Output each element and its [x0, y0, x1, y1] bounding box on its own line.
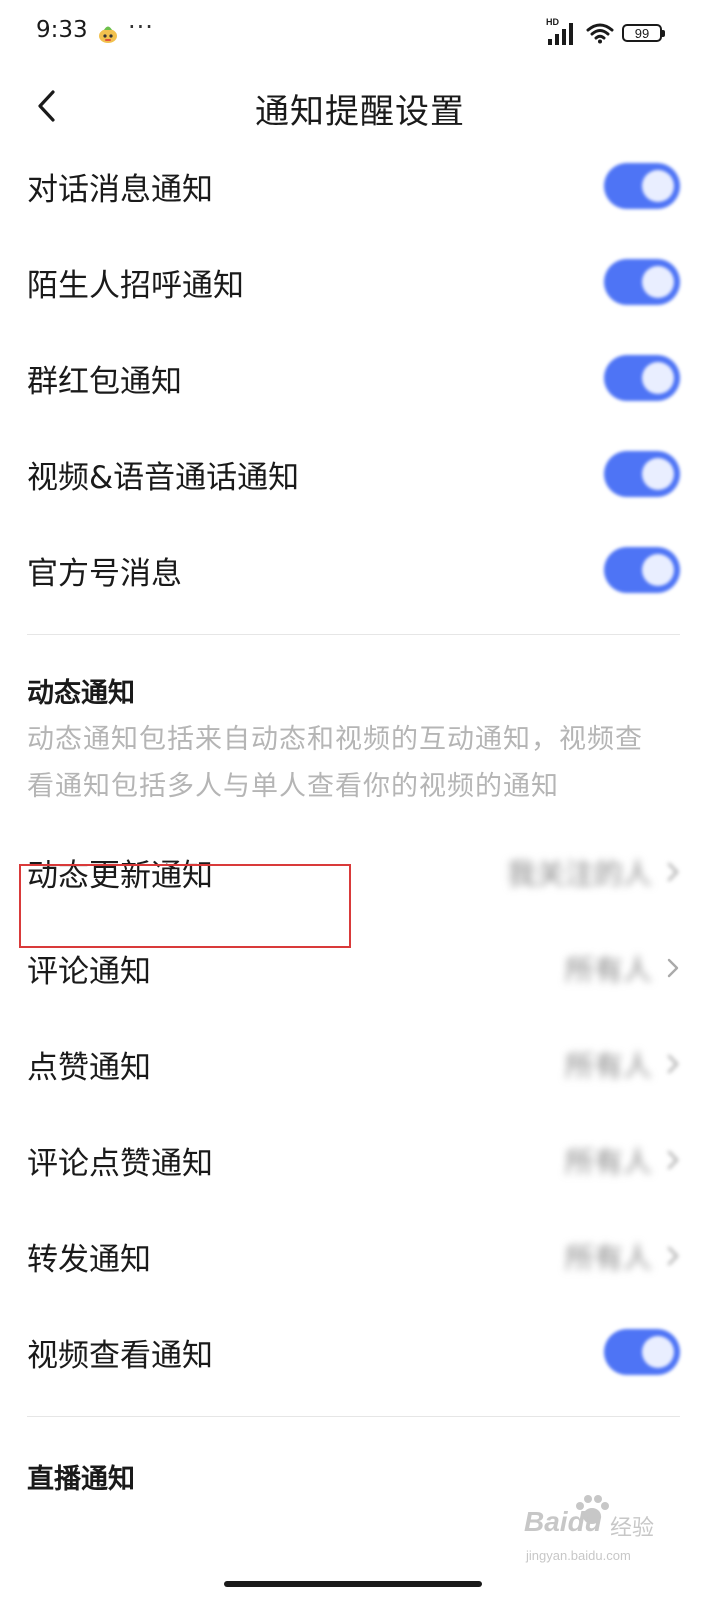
video-voice-call-toggle[interactable] — [604, 451, 680, 497]
row-label: 动态更新通知 — [27, 857, 213, 894]
watermark-url: jingyan.baidu.com — [526, 1548, 631, 1563]
settings-list: 对话消息通知 陌生人招呼通知 群红包通知 视频&语音通话通知 官方号消息 动态通… — [0, 138, 720, 1496]
row-label: 转发通知 — [27, 1241, 151, 1278]
row-like-notification[interactable]: 点赞通知 所有人 — [0, 1016, 720, 1112]
home-indicator[interactable] — [224, 1581, 482, 1587]
watermark-brand: Baidu — [524, 1506, 602, 1537]
chevron-right-icon — [667, 1150, 679, 1170]
page-title: 通知提醒设置 — [255, 92, 465, 132]
row-comment-notification[interactable]: 评论通知 所有人 — [0, 920, 720, 1016]
status-time: 9:33 — [36, 17, 88, 43]
battery-level: 99 — [634, 25, 650, 41]
row-label: 官方号消息 — [27, 555, 182, 592]
chevron-right-icon — [667, 1054, 679, 1074]
watermark-sub: 经验 — [610, 1516, 655, 1541]
row-label: 对话消息通知 — [27, 171, 213, 208]
section-divider — [27, 634, 680, 635]
moments-section-title: 动态通知 — [27, 678, 135, 709]
group-red-packet-toggle[interactable] — [604, 355, 680, 401]
section-divider — [27, 1416, 680, 1417]
row-moment-update-notification[interactable]: 动态更新通知 我关注的人 — [0, 824, 720, 920]
row-label: 评论点赞通知 — [27, 1145, 213, 1182]
row-label: 群红包通知 — [27, 363, 182, 400]
status-bar: 9:33 ··· HD 99 — [0, 0, 720, 66]
row-comment-like-notification[interactable]: 评论点赞通知 所有人 — [0, 1112, 720, 1208]
row-label: 视频查看通知 — [27, 1337, 213, 1374]
wifi-icon — [586, 23, 614, 44]
chevron-right-icon — [667, 1246, 679, 1266]
row-official-account-message[interactable]: 官方号消息 — [0, 522, 720, 618]
status-indicators: HD 99 — [546, 17, 665, 48]
row-value: 所有人 — [564, 953, 652, 987]
row-value: 所有人 — [564, 1145, 652, 1179]
row-value: 所有人 — [564, 1049, 652, 1083]
row-video-view-notification[interactable]: 视频查看通知 — [0, 1304, 720, 1400]
row-label: 评论通知 — [27, 953, 151, 990]
row-label: 点赞通知 — [27, 1049, 151, 1086]
row-label: 视频&语音通话通知 — [27, 459, 300, 496]
stranger-greeting-toggle[interactable] — [604, 259, 680, 305]
chat-message-toggle[interactable] — [604, 163, 680, 209]
row-value: 我关注的人 — [506, 857, 652, 891]
video-view-toggle[interactable] — [604, 1329, 680, 1375]
row-value: 所有人 — [564, 1241, 652, 1275]
row-stranger-greeting-notification[interactable]: 陌生人招呼通知 — [0, 234, 720, 330]
row-video-voice-call-notification[interactable]: 视频&语音通话通知 — [0, 426, 720, 522]
app-notification-icon — [99, 26, 117, 43]
chevron-right-icon — [667, 958, 679, 978]
signal-icon: HD — [546, 17, 578, 47]
row-repost-notification[interactable]: 转发通知 所有人 — [0, 1208, 720, 1304]
official-account-toggle[interactable] — [604, 547, 680, 593]
status-more-icon: ··· — [128, 13, 154, 41]
chevron-right-icon — [667, 862, 679, 882]
row-chat-message-notification[interactable]: 对话消息通知 — [0, 138, 720, 234]
moments-section-description: 动态通知包括来自动态和视频的互动通知，视频查看通知包括多人与单人查看你的视频的通… — [27, 724, 643, 802]
baidu-watermark: Baidu 经验 jingyan.baidu.com — [524, 1495, 694, 1580]
battery-icon: 99 — [622, 24, 665, 42]
live-section-title: 直播通知 — [27, 1464, 135, 1495]
row-group-red-packet-notification[interactable]: 群红包通知 — [0, 330, 720, 426]
row-label: 陌生人招呼通知 — [27, 267, 244, 304]
